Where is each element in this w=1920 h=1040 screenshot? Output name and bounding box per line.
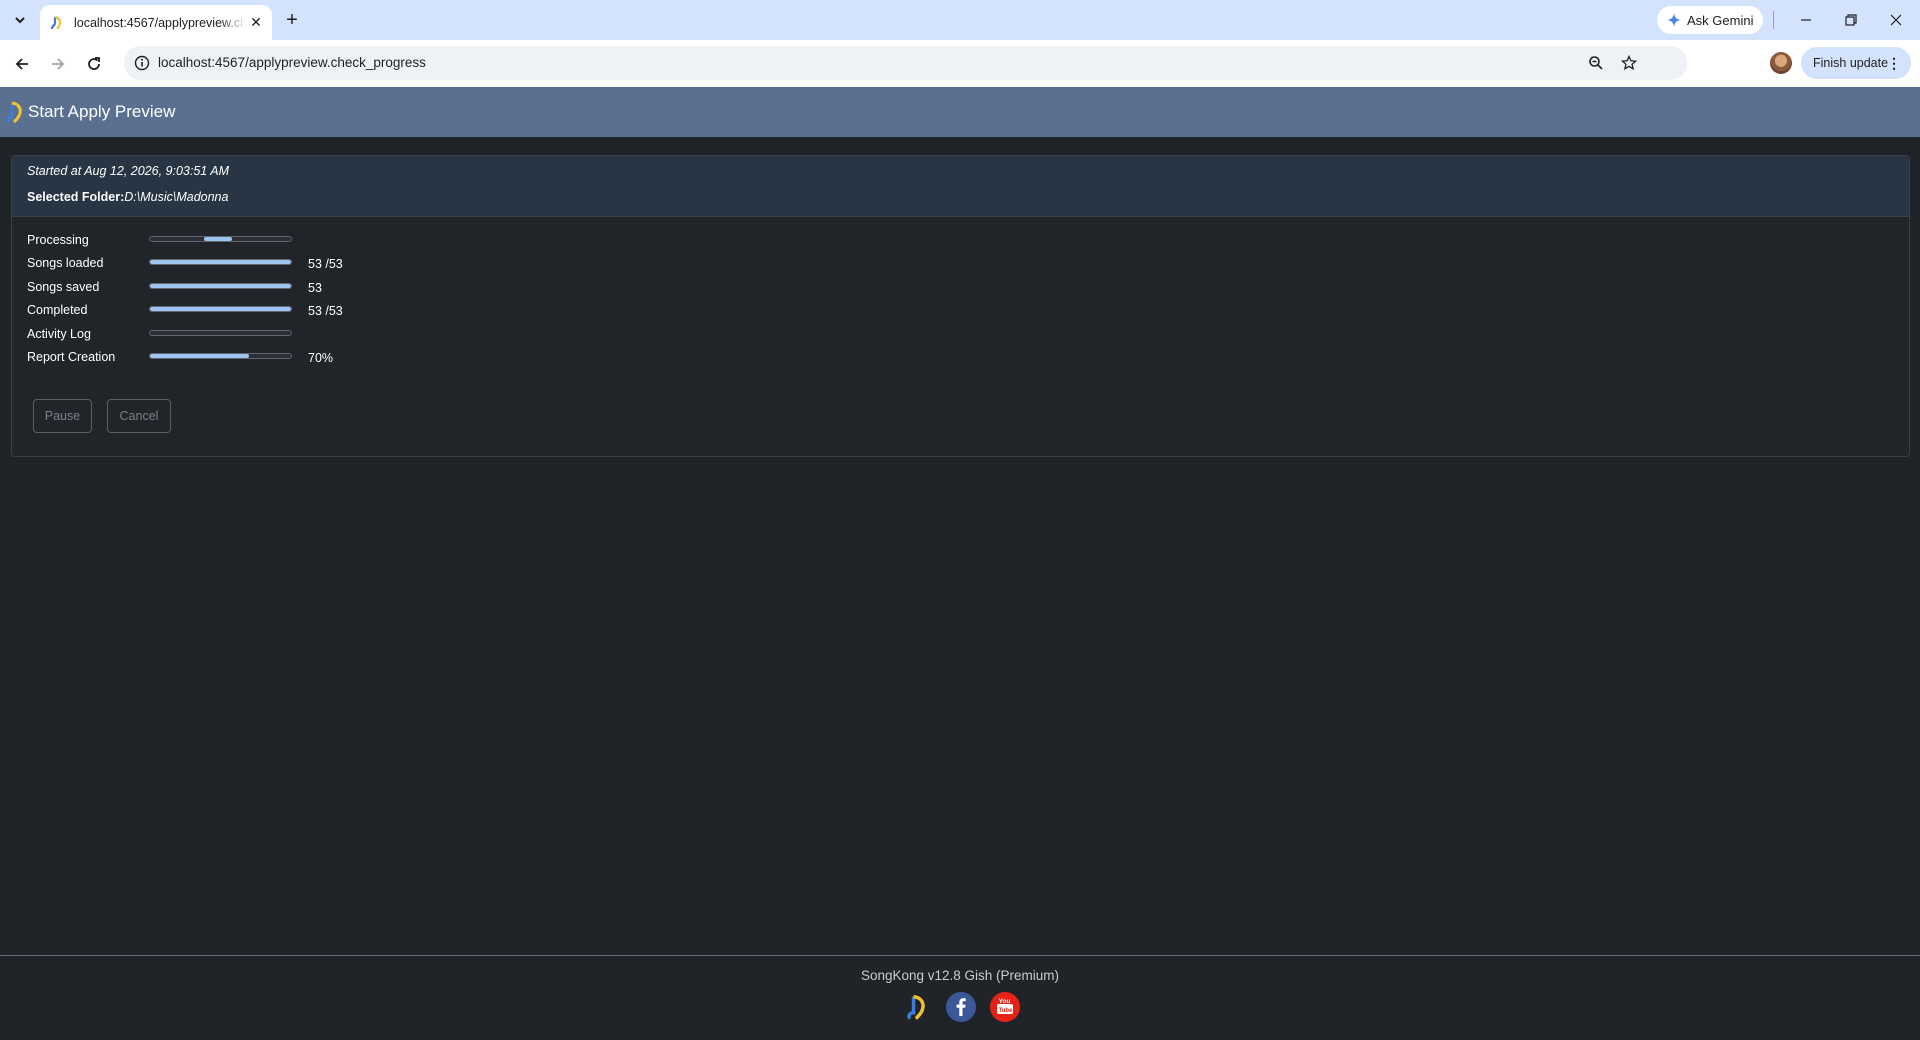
finish-update-label: Finish update <box>1813 56 1889 70</box>
progress-label: Completed <box>27 303 88 318</box>
progress-fill <box>204 237 232 241</box>
toolbar-divider <box>1773 11 1774 29</box>
chevron-down-icon <box>15 17 25 24</box>
selected-folder: Selected Folder:D:\Music\Madonna <box>27 190 228 204</box>
url-text[interactable]: localhost:4567/applypreview.check_progre… <box>158 55 426 70</box>
selected-folder-label: Selected Folder: <box>27 190 125 204</box>
progress-list: Processing Songs loaded 53 /53 Songs sav… <box>27 229 427 369</box>
progress-bar <box>149 236 292 242</box>
forward-arrow-icon[interactable] <box>46 52 70 76</box>
progress-bar <box>149 259 292 266</box>
progress-label: Songs saved <box>27 279 100 294</box>
svg-text:Tube: Tube <box>999 1008 1014 1014</box>
progress-card: Started at Aug 12, 2026, 9:03:51 AM Sele… <box>11 155 1910 457</box>
progress-row-songs-loaded: Songs loaded 53 /53 <box>27 252 427 275</box>
back-arrow-icon[interactable] <box>10 52 34 76</box>
footer-divider <box>0 955 1920 956</box>
started-timestamp: Started at Aug 12, 2026, 9:03:51 AM <box>27 164 229 178</box>
selected-folder-value: D:\Music\Madonna <box>124 190 229 204</box>
progress-label: Report Creation <box>27 349 116 364</box>
progress-value: 53 /53 <box>308 304 343 319</box>
footer-social-links: You Tube <box>902 992 1020 1022</box>
profile-avatar[interactable] <box>1770 52 1792 74</box>
tab-title: localhost:4567/applypreview.check_progre… <box>74 15 246 30</box>
cancel-button[interactable]: Cancel <box>107 399 171 433</box>
browser-tabstrip: localhost:4567/applypreview.check_progre… <box>0 0 1920 40</box>
minimize-icon[interactable] <box>1792 8 1820 32</box>
site-info-icon[interactable] <box>132 53 152 73</box>
version-text: SongKong v12.8 Gish (Premium) <box>860 968 1060 983</box>
progress-bar <box>149 282 292 289</box>
progress-fill <box>150 307 291 312</box>
restore-icon[interactable] <box>1837 8 1865 32</box>
songkong-logo-icon <box>6 101 22 124</box>
progress-label: Processing <box>27 233 89 247</box>
finish-update-button[interactable]: Finish update ⋮ <box>1801 47 1911 79</box>
progress-fill <box>150 283 291 288</box>
progress-label: Songs loaded <box>27 256 104 271</box>
progress-fill <box>150 260 291 265</box>
gemini-sparkle-icon <box>1667 13 1681 27</box>
pause-button[interactable]: Pause <box>33 399 92 433</box>
svg-text:You: You <box>999 998 1011 1005</box>
progress-label: Activity Log <box>27 326 91 341</box>
close-tab-icon[interactable]: ✕ <box>248 14 264 30</box>
address-bar[interactable]: localhost:4567/applypreview.check_progre… <box>124 46 1687 80</box>
close-window-icon[interactable] <box>1882 8 1910 32</box>
progress-value: 53 <box>308 280 322 295</box>
progress-bar <box>149 306 292 313</box>
progress-bar <box>149 352 292 359</box>
progress-value: 53 /53 <box>308 257 343 272</box>
browser-toolbar: localhost:4567/applypreview.check_progre… <box>0 40 1920 87</box>
page-title: Start Apply Preview <box>28 102 176 121</box>
bookmark-star-icon[interactable] <box>1619 53 1639 73</box>
progress-row-songs-saved: Songs saved 53 <box>27 276 427 299</box>
progress-row-processing: Processing <box>27 229 427 252</box>
songkong-favicon-icon <box>50 15 61 30</box>
zoom-icon[interactable] <box>1586 53 1606 73</box>
new-tab-button[interactable]: + <box>280 8 304 32</box>
tab-search-button[interactable] <box>7 8 33 32</box>
facebook-icon[interactable] <box>946 992 976 1022</box>
songkong-logo-icon[interactable] <box>902 992 932 1022</box>
progress-card-header: Started at Aug 12, 2026, 9:03:51 AM Sele… <box>12 156 1909 217</box>
ask-gemini-label: Ask Gemini <box>1687 12 1754 28</box>
more-menu-icon[interactable]: ⋮ <box>1887 55 1901 72</box>
youtube-icon[interactable]: You Tube <box>990 992 1020 1022</box>
progress-fill <box>150 353 249 358</box>
ask-gemini-button[interactable]: Ask Gemini <box>1657 6 1763 34</box>
progress-bar <box>149 329 292 336</box>
reload-icon[interactable] <box>82 52 106 76</box>
progress-row-report-creation: Report Creation 70% <box>27 346 427 369</box>
progress-row-activity-log: Activity Log <box>27 323 427 346</box>
progress-row-completed: Completed 53 /53 <box>27 299 427 322</box>
app-header: Start Apply Preview <box>0 87 1920 137</box>
browser-tab[interactable]: localhost:4567/applypreview.check_progre… <box>40 5 272 40</box>
progress-value: 70% <box>308 350 334 365</box>
